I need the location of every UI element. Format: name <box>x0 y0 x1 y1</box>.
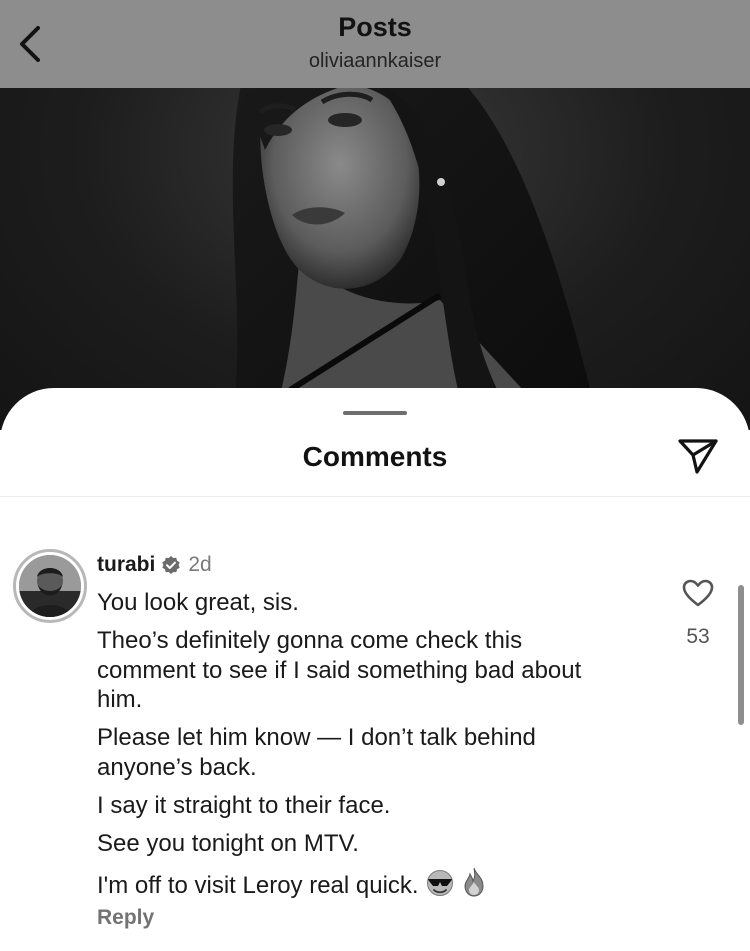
verified-badge-icon <box>161 555 181 575</box>
page-title: Posts <box>338 12 412 42</box>
like-button[interactable] <box>680 576 716 610</box>
comment-header: turabi 2d <box>97 552 212 578</box>
comment-line: Theo’s definitely gonna come check this … <box>97 627 582 713</box>
sheet-divider <box>0 496 750 497</box>
reply-button[interactable]: Reply <box>97 906 154 930</box>
post-owner-username[interactable]: oliviaannkaiser <box>0 50 750 73</box>
scrollbar-thumb[interactable] <box>738 585 744 725</box>
comment-line: See you tonight on MTV. <box>97 829 359 857</box>
comment-line: I say it straight to their face. <box>97 791 391 819</box>
paper-plane-icon <box>678 439 718 474</box>
avatar-image <box>19 555 81 617</box>
like-count: 53 <box>686 625 710 648</box>
commenter-username[interactable]: turabi <box>97 552 155 578</box>
comment-line: Please let him know — I don’t talk behin… <box>97 724 536 781</box>
sunglasses-emoji-icon <box>425 869 455 905</box>
share-button[interactable] <box>676 434 720 478</box>
top-nav-bar: Posts oliviaannkaiser <box>0 0 750 88</box>
comments-title: Comments <box>302 441 448 472</box>
comment-line: You look great, sis. <box>97 589 299 616</box>
fire-emoji-icon <box>461 867 487 905</box>
comment-text: You look great, sis. Theo’s definitely g… <box>97 588 617 913</box>
comment-last-line: I'm off to visit Leroy real quick. <box>97 867 617 905</box>
comment-timestamp: 2d <box>188 553 212 576</box>
comments-sheet: Comments turabi 2d You look great, sis. … <box>0 388 750 951</box>
commenter-avatar[interactable] <box>13 549 87 623</box>
sheet-grabber-handle[interactable] <box>343 411 407 415</box>
comment-line: I'm off to visit Leroy real quick. <box>97 871 419 899</box>
heart-icon <box>682 579 714 607</box>
